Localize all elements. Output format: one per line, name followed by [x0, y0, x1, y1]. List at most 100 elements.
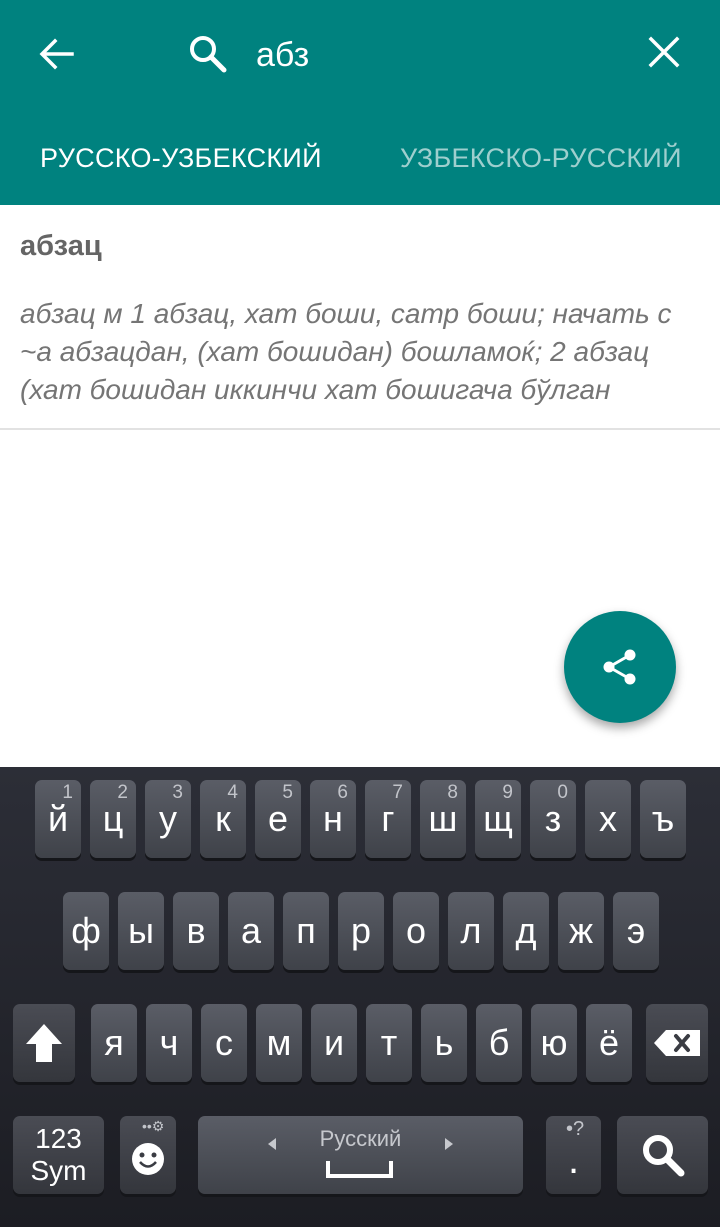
key-letter[interactable]: ю — [531, 1004, 577, 1082]
key-label: к — [215, 798, 231, 839]
search-icon — [184, 30, 232, 78]
key-letter[interactable]: н6 — [310, 780, 356, 858]
key-letter[interactable]: ь — [421, 1004, 467, 1082]
key-label: й — [47, 798, 69, 839]
key-label: з — [544, 798, 562, 839]
key-label: ж — [568, 910, 594, 951]
key-label: т — [380, 1022, 398, 1063]
key-label: х — [599, 798, 617, 839]
key-label: ч — [159, 1022, 179, 1063]
key-label: я — [104, 1022, 124, 1063]
key-letter[interactable]: х — [585, 780, 631, 858]
symbols-key[interactable]: 123 Sym — [13, 1116, 104, 1194]
key-number-hint: 3 — [172, 782, 183, 803]
key-letter[interactable]: р — [338, 892, 384, 970]
search-key-icon — [642, 1135, 684, 1177]
key-number-hint: 0 — [557, 782, 568, 803]
key-letter[interactable]: ы — [118, 892, 164, 970]
key-letter[interactable]: д — [503, 892, 549, 970]
key-label: р — [350, 910, 372, 951]
key-label: н — [323, 798, 343, 839]
tab-uzbek-russian[interactable]: УЗБЕКСКО-РУССКИЙ — [400, 135, 682, 181]
close-icon[interactable] — [640, 28, 688, 76]
key-label: ъ — [651, 798, 675, 839]
backspace-icon — [654, 1030, 700, 1056]
key-label: г — [381, 798, 395, 839]
search-key[interactable] — [617, 1116, 708, 1194]
key-label: д — [515, 910, 537, 951]
key-letter[interactable]: у3 — [145, 780, 191, 858]
symbols-key-line1: 123 — [35, 1123, 82, 1154]
key-label: щ — [483, 798, 513, 839]
key-letter[interactable]: с — [201, 1004, 247, 1082]
key-label: ш — [428, 798, 458, 839]
key-letter[interactable]: г7 — [365, 780, 411, 858]
search-input[interactable] — [256, 32, 616, 78]
share-button[interactable] — [564, 611, 676, 723]
space-key[interactable]: Русский — [198, 1116, 523, 1194]
key-letter[interactable]: э — [613, 892, 659, 970]
shift-key[interactable] — [13, 1004, 75, 1082]
key-label: п — [296, 910, 316, 951]
share-icon — [603, 649, 636, 685]
key-number-hint: 2 — [117, 782, 128, 803]
key-label: а — [240, 910, 262, 951]
key-label: ы — [128, 910, 154, 951]
key-letter[interactable]: ъ — [640, 780, 686, 858]
key-label: л — [460, 910, 482, 951]
key-letter[interactable]: з0 — [530, 780, 576, 858]
key-letter[interactable]: т — [366, 1004, 412, 1082]
key-letter[interactable]: ч — [146, 1004, 192, 1082]
key-letter[interactable]: е5 — [255, 780, 301, 858]
key-letter[interactable]: ш8 — [420, 780, 466, 858]
key-label: ф — [71, 910, 101, 951]
back-arrow-icon[interactable] — [32, 30, 80, 78]
key-letter[interactable]: и — [311, 1004, 357, 1082]
period-key[interactable]: •? . — [546, 1116, 601, 1194]
key-letter[interactable]: ц2 — [90, 780, 136, 858]
key-letter[interactable]: я — [91, 1004, 137, 1082]
key-label: и — [323, 1022, 345, 1063]
key-label: ю — [540, 1022, 568, 1063]
key-number-hint: 8 — [447, 782, 458, 803]
key-letter[interactable]: а — [228, 892, 274, 970]
key-letter[interactable]: ф — [63, 892, 109, 970]
key-letter[interactable]: ё — [586, 1004, 632, 1082]
symbols-key-line2: Sym — [30, 1155, 87, 1186]
tab-russian-uzbek[interactable]: РУССКО-УЗБЕКСКИЙ — [40, 135, 322, 181]
key-number-hint: 9 — [502, 782, 513, 803]
key-letter[interactable]: к4 — [200, 780, 246, 858]
key-letter[interactable]: й1 — [35, 780, 81, 858]
period-key-hint: •? — [566, 1118, 585, 1140]
key-label: б — [488, 1022, 510, 1063]
emoji-key[interactable]: ••⚙ — [120, 1116, 176, 1194]
key-letter[interactable]: м — [256, 1004, 302, 1082]
key-number-hint: 6 — [337, 782, 348, 803]
key-letter[interactable]: щ9 — [475, 780, 521, 858]
key-letter[interactable]: п — [283, 892, 329, 970]
space-arrows-icon — [268, 1138, 453, 1178]
key-letter[interactable]: л — [448, 892, 494, 970]
key-number-hint: 7 — [392, 782, 403, 803]
app-bar: РУССКО-УЗБЕКСКИЙ УЗБЕКСКО-РУССКИЙ — [0, 0, 720, 205]
shift-arrow-icon — [26, 1024, 62, 1062]
key-number-hint: 4 — [227, 782, 238, 803]
smiley-icon — [132, 1143, 164, 1175]
key-letter[interactable]: в — [173, 892, 219, 970]
key-label: в — [186, 910, 206, 951]
key-label: м — [266, 1022, 292, 1063]
key-letter[interactable]: б — [476, 1004, 522, 1082]
key-label: ё — [598, 1022, 620, 1063]
on-screen-keyboard: й1ц2у3к4е5н6г7ш8щ9з0хъ фывапролджэ ячсми… — [0, 767, 720, 1227]
key-letter[interactable]: о — [393, 892, 439, 970]
settings-gear-icon: ••⚙ — [142, 1118, 165, 1134]
key-letter[interactable]: ж — [558, 892, 604, 970]
entry-definition: абзац м 1 абзац, хат боши, сатр боши; на… — [20, 298, 672, 405]
period-key-label: . — [567, 1137, 580, 1182]
key-number-hint: 1 — [62, 782, 73, 803]
backspace-key[interactable] — [646, 1004, 708, 1082]
entry-title: абзац — [20, 230, 102, 262]
key-label: с — [215, 1022, 233, 1063]
result-entry[interactable]: абзац абзац м 1 абзац, хат боши, сатр бо… — [0, 205, 720, 430]
key-label: о — [405, 910, 427, 951]
